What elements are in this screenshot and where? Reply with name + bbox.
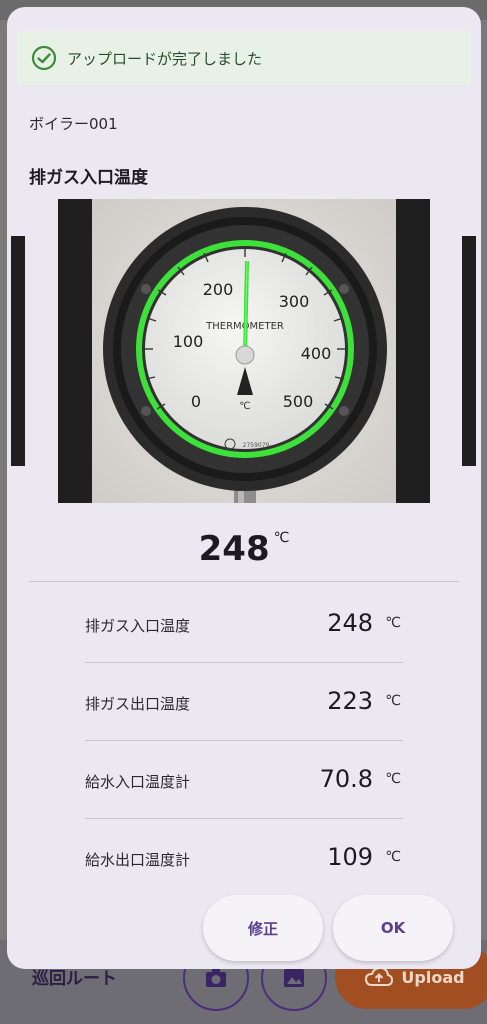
measurement-unit: ℃ [385, 849, 401, 865]
measurement-value: 109 [327, 843, 373, 871]
dial-serial: 2759079 [243, 442, 270, 449]
check-circle-icon [31, 45, 57, 71]
measurement-row[interactable]: 排ガス出口温度 223 ℃ [85, 663, 403, 741]
measurement-row[interactable]: 排ガス入口温度 248 ℃ [85, 585, 403, 663]
divider [29, 581, 459, 582]
scale-label-300: 300 [279, 292, 310, 311]
gauge-image: 0 100 200 300 400 500 THERMOMETER ℃ 2759… [58, 199, 430, 503]
measurement-label: 排ガス出口温度 [85, 695, 191, 713]
scale-label-400: 400 [301, 344, 332, 363]
measurement-label: 給水出口温度計 [85, 851, 191, 869]
measurement-row[interactable]: 給水出口温度計 109 ℃ [85, 819, 403, 897]
toast-message: アップロードが完了しました [67, 49, 263, 68]
gallery-icon [284, 969, 304, 987]
scale-label-0: 0 [191, 392, 201, 411]
measurement-value: 248 [327, 609, 373, 637]
measurement-unit: ℃ [385, 693, 401, 709]
upload-label: Upload [401, 967, 465, 987]
cloud-upload-icon [365, 967, 394, 986]
measurement-list: 排ガス入口温度 248 ℃ 排ガス出口温度 223 ℃ 給水入口温度計 70.8… [85, 585, 403, 897]
measurement-value: 70.8 [319, 765, 373, 793]
scale-label-100: 100 [173, 332, 204, 351]
gauge-title: 排ガス入口温度 [29, 168, 148, 188]
measurement-label: 給水入口温度計 [85, 773, 191, 791]
dial-unit: ℃ [239, 401, 250, 412]
image-frame-right [462, 236, 476, 466]
scale-label-500: 500 [283, 392, 314, 411]
result-dialog: アップロードが完了しました ボイラー001 排ガス入口温度 0 100 200 … [7, 7, 481, 969]
scale-label-200: 200 [203, 280, 234, 299]
measurement-value: 223 [327, 687, 373, 715]
measurement-label: 排ガス入口温度 [85, 617, 191, 635]
gauge-photo: 0 100 200 300 400 500 THERMOMETER ℃ 2759… [58, 199, 430, 503]
measurement-unit: ℃ [385, 615, 401, 631]
reading-value: 248 [198, 529, 270, 569]
edit-button[interactable]: 修正 [203, 895, 323, 961]
measurement-row[interactable]: 給水入口温度計 70.8 ℃ [85, 741, 403, 819]
ok-button[interactable]: OK [333, 895, 453, 961]
success-toast: アップロードが完了しました [17, 31, 471, 85]
camera-icon [206, 969, 226, 987]
image-frame-left [11, 236, 25, 466]
reading-unit: ℃ [273, 530, 290, 546]
device-name: ボイラー001 [29, 115, 118, 133]
reading-display: 248 ℃ [7, 529, 481, 569]
measurement-unit: ℃ [385, 771, 401, 787]
